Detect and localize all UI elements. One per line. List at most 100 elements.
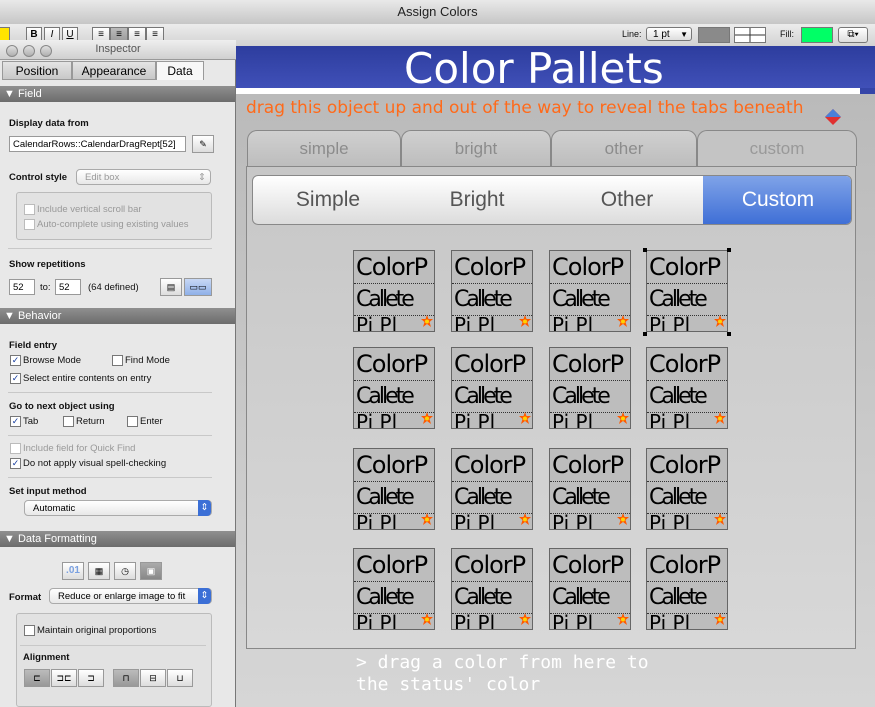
divider xyxy=(8,477,212,478)
maintain-proportions-checkbox[interactable] xyxy=(24,625,35,636)
merge-field-icon xyxy=(617,613,629,625)
align-top-image-button[interactable]: ⊓ xyxy=(113,669,139,687)
tab-bright[interactable]: bright xyxy=(401,130,551,166)
format-popup[interactable]: Reduce or enlarge image to fit ⇕ xyxy=(49,588,212,604)
fill-color-button[interactable] xyxy=(801,27,833,43)
merge-field-icon xyxy=(714,315,726,327)
dotted-divider xyxy=(452,581,532,582)
swatch-label-1: ColorP xyxy=(356,350,428,378)
repetition-from-field[interactable]: 52 xyxy=(9,279,35,295)
segment-other[interactable]: Other xyxy=(551,176,703,224)
align-bottom-image-button[interactable]: ⊔ xyxy=(167,669,193,687)
dotted-divider xyxy=(452,283,532,284)
color-swatch[interactable]: ColorP Callete Pi Pl xyxy=(549,448,631,530)
inspector-tab-appearance[interactable]: Appearance xyxy=(72,61,156,80)
specify-field-button[interactable]: ✎ xyxy=(192,135,214,153)
merge-field-icon xyxy=(519,412,531,424)
color-swatch[interactable]: ColorP Callete Pi Pl xyxy=(646,250,728,332)
tab-custom[interactable]: custom xyxy=(697,130,857,166)
drag-hint-text[interactable]: drag this object up and out of the way t… xyxy=(246,98,803,118)
format-value: Reduce or enlarge image to fit xyxy=(58,591,186,602)
divider xyxy=(20,645,206,646)
swatch-label-3: Pi Pl xyxy=(649,611,691,630)
dotted-divider xyxy=(354,581,434,582)
color-swatch[interactable]: ColorP Callete Pi Pl xyxy=(451,448,533,530)
align-right-image-button[interactable]: ⊐ xyxy=(78,669,104,687)
border-style-button[interactable] xyxy=(734,27,766,43)
graphic-format-button[interactable]: ▣ xyxy=(140,562,162,580)
dotted-divider xyxy=(647,283,727,284)
tab-key-checkbox[interactable]: ✓ xyxy=(10,416,21,427)
line-color-button[interactable] xyxy=(698,27,730,43)
tab-simple[interactable]: simple xyxy=(247,130,401,166)
color-swatch[interactable]: ColorP Callete Pi Pl xyxy=(646,347,728,429)
color-swatch[interactable]: ColorP Callete Pi Pl xyxy=(549,548,631,630)
color-swatch[interactable]: ColorP Callete Pi Pl xyxy=(646,548,728,630)
data-formatting-section-header[interactable]: ▼ Data Formatting xyxy=(0,531,235,547)
drag-handle-icon[interactable] xyxy=(824,108,842,126)
color-swatch[interactable]: ColorP Callete Pi Pl xyxy=(549,250,631,332)
color-swatch[interactable]: ColorP Callete Pi Pl xyxy=(353,548,435,630)
segmented-control: Simple Bright Other Custom xyxy=(252,175,852,225)
segment-custom[interactable]: Custom xyxy=(703,176,851,224)
selection-handle[interactable] xyxy=(643,332,647,336)
window-title-bar: Assign Colors xyxy=(0,0,875,25)
field-section-header[interactable]: ▼ Field xyxy=(0,86,235,102)
align-center-image-button[interactable]: ⊐⊏ xyxy=(51,669,77,687)
segment-bright[interactable]: Bright xyxy=(403,176,551,224)
merge-field-icon xyxy=(617,315,629,327)
input-method-popup[interactable]: Automatic ⇕ xyxy=(24,500,212,516)
align-left-image-button[interactable]: ⊏ xyxy=(24,669,50,687)
vertical-orientation-button[interactable]: ▤ xyxy=(160,278,182,296)
repetition-to-field[interactable]: 52 xyxy=(55,279,81,295)
segment-simple[interactable]: Simple xyxy=(253,176,403,224)
quick-find-checkbox[interactable] xyxy=(10,443,21,454)
color-swatch[interactable]: ColorP Callete Pi Pl xyxy=(451,548,533,630)
inspector-tab-data[interactable]: Data xyxy=(156,61,204,80)
select-entire-checkbox[interactable]: ✓ xyxy=(10,373,21,384)
swatch-label-2: Callete xyxy=(454,585,513,610)
swatch-label-3: Pi Pl xyxy=(552,511,594,530)
selection-handle[interactable] xyxy=(643,248,647,252)
dotted-divider xyxy=(550,481,630,482)
horizontal-orientation-button[interactable]: ▭▭ xyxy=(184,278,212,296)
clock-icon: ◷ xyxy=(121,566,129,576)
color-swatch[interactable]: ColorP Callete Pi Pl xyxy=(451,347,533,429)
minimize-window-button[interactable] xyxy=(23,45,35,57)
color-swatch[interactable]: ColorP Callete Pi Pl xyxy=(353,250,435,332)
color-swatch[interactable]: ColorP Callete Pi Pl xyxy=(451,250,533,332)
behavior-section-header[interactable]: ▼ Behavior xyxy=(0,308,235,324)
color-swatch[interactable]: ColorP Callete Pi Pl xyxy=(353,347,435,429)
enter-key-checkbox[interactable] xyxy=(127,416,138,427)
color-swatch[interactable]: ColorP Callete Pi Pl xyxy=(353,448,435,530)
swatch-label-2: Callete xyxy=(552,384,611,409)
spell-check-checkbox[interactable]: ✓ xyxy=(10,458,21,469)
color-swatch[interactable]: ColorP Callete Pi Pl xyxy=(646,448,728,530)
auto-complete-checkbox[interactable] xyxy=(24,219,35,230)
close-window-button[interactable] xyxy=(6,45,18,57)
control-style-popup[interactable]: Edit box ⇕ xyxy=(76,169,211,185)
show-repetitions-label: Show repetitions xyxy=(9,259,86,270)
selection-handle[interactable] xyxy=(727,248,731,252)
line-width-popup[interactable]: 1 pt ▼ xyxy=(646,27,692,41)
browse-mode-checkbox[interactable]: ✓ xyxy=(10,355,21,366)
control-style-label: Control style xyxy=(9,172,68,183)
browse-mode-label: Browse Mode xyxy=(23,355,82,366)
time-format-button[interactable]: ◷ xyxy=(114,562,136,580)
find-mode-checkbox[interactable] xyxy=(112,355,123,366)
calendar-icon: ▦ xyxy=(94,566,104,576)
arrange-button[interactable]: ⧉▾ xyxy=(838,27,868,43)
display-data-from-field[interactable]: CalendarRows::CalendarDragRept[52] xyxy=(9,136,186,152)
selection-handle[interactable] xyxy=(727,332,731,336)
color-swatch[interactable]: ColorP Callete Pi Pl xyxy=(549,347,631,429)
tab-other[interactable]: other xyxy=(551,130,697,166)
date-format-button[interactable]: ▦ xyxy=(88,562,110,580)
include-scroll-checkbox[interactable] xyxy=(24,204,35,215)
dotted-divider xyxy=(354,380,434,381)
align-middle-image-button[interactable]: ⊟ xyxy=(140,669,166,687)
number-format-button[interactable]: .01 xyxy=(62,562,84,580)
inspector-tab-position[interactable]: Position xyxy=(2,61,72,80)
zoom-window-button[interactable] xyxy=(40,45,52,57)
return-key-checkbox[interactable] xyxy=(63,416,74,427)
merge-field-icon xyxy=(421,613,433,625)
